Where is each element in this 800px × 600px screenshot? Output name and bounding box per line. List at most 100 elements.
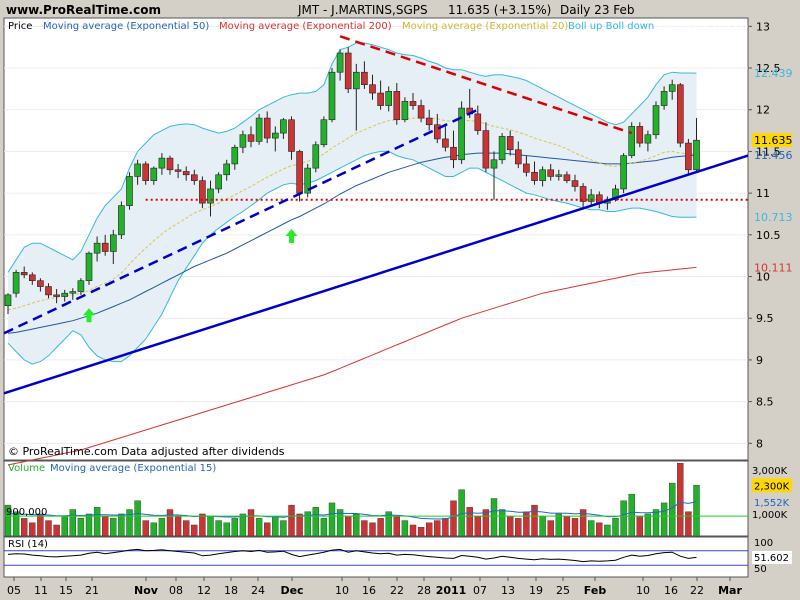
- volume-bar: [118, 513, 125, 537]
- site-label[interactable]: www.ProRealTime.com: [6, 3, 161, 17]
- candle-body: [660, 91, 668, 106]
- price-tick-label: 11: [756, 187, 770, 200]
- volume-bar: [409, 524, 417, 537]
- volume-bar: [239, 513, 247, 537]
- candle-body: [69, 291, 77, 294]
- price-tick-label: 8.5: [756, 396, 774, 409]
- candle-body: [158, 157, 166, 169]
- candle-body: [77, 280, 85, 292]
- price-value-label: 10.713: [754, 211, 793, 224]
- volume-bar: [677, 463, 684, 537]
- date-tick-label: 12: [197, 584, 211, 597]
- rsi-panel: [3, 536, 749, 578]
- date-tick-label: 05: [7, 584, 21, 597]
- volume-value-label: 2,300K: [754, 481, 790, 492]
- candle-body: [506, 136, 514, 151]
- data-footer: © ProRealTime.com Data adjusted after di…: [8, 445, 285, 458]
- candle-body: [53, 294, 60, 297]
- candle-body: [620, 155, 627, 190]
- volume-bar: [126, 509, 133, 537]
- candle-body: [4, 294, 12, 307]
- candle-body: [377, 92, 384, 106]
- price-tick-label: 9.5: [756, 312, 774, 325]
- volume-bar: [660, 502, 668, 537]
- volume-bar: [361, 520, 368, 537]
- candle-body: [498, 136, 506, 161]
- volume-bar: [620, 500, 627, 537]
- volume-bar: [474, 515, 481, 537]
- volume-bar: [21, 518, 28, 537]
- price-value-label: 11.635: [754, 134, 793, 147]
- candle-body: [328, 71, 336, 121]
- price-tick-label: 10.5: [756, 229, 781, 242]
- candle-body: [223, 163, 230, 176]
- date-tick-label: 11: [34, 584, 48, 597]
- candle-body: [271, 132, 279, 139]
- date-tick-label: Nov: [134, 584, 159, 597]
- candle-body: [182, 171, 190, 176]
- volume-legend: Volume Moving average (Exponential 15): [8, 463, 216, 474]
- candle-body: [312, 144, 320, 169]
- volume-bar: [85, 513, 93, 537]
- volume-bar: [61, 515, 68, 537]
- volume-bar: [288, 504, 295, 537]
- candle-body: [442, 138, 449, 148]
- candle-body: [101, 242, 109, 252]
- candle-body: [12, 272, 20, 294]
- volume-bar: [158, 518, 166, 537]
- volume-tick-label: 1,000K: [752, 510, 788, 521]
- date-tick-label: Dec: [280, 584, 303, 597]
- candle-body: [93, 242, 101, 254]
- candle-body: [482, 130, 490, 169]
- candle-body: [288, 119, 295, 152]
- legend-entry: Boll middle (20,2): [654, 21, 743, 32]
- volume-bar: [191, 524, 198, 537]
- volume-bar: [547, 520, 554, 537]
- volume-bar: [377, 518, 384, 537]
- volume-bar: [652, 509, 660, 537]
- candle-body: [280, 119, 287, 134]
- legend-entry: Price: [8, 21, 32, 32]
- volume-bar: [539, 515, 546, 537]
- candle-body: [668, 84, 676, 92]
- candle-body: [255, 117, 263, 142]
- date-tick-label: 21: [85, 584, 99, 597]
- candle-body: [523, 163, 530, 173]
- candle-body: [417, 105, 425, 119]
- volume-bar: [150, 522, 158, 537]
- volume-level-label: 900,000: [6, 507, 47, 518]
- volume-bar: [77, 518, 85, 537]
- volume-bar: [531, 504, 538, 537]
- volume-bar: [328, 502, 336, 537]
- candle-body: [37, 280, 44, 287]
- volume-bar: [255, 518, 263, 537]
- volume-bar: [693, 485, 700, 537]
- candle-body: [369, 84, 376, 94]
- volume-bar: [142, 520, 149, 537]
- volume-bar: [353, 513, 360, 537]
- volume-bar: [345, 515, 352, 537]
- candle-body: [644, 134, 652, 144]
- volume-bar: [498, 509, 506, 537]
- date-tick-label: 08: [169, 584, 183, 597]
- volume-value-label: 1,552K: [754, 498, 790, 509]
- candle-body: [547, 169, 555, 177]
- volume-bar: [628, 493, 635, 537]
- candle-body: [531, 171, 538, 181]
- date-tick-label: 2011: [436, 584, 467, 597]
- candle-body: [571, 180, 579, 187]
- volume-bar: [482, 509, 490, 537]
- candle-body: [174, 169, 182, 172]
- date-tick-label: 10: [335, 584, 349, 597]
- volume-bar: [644, 513, 652, 537]
- candle-body: [239, 134, 247, 148]
- volume-bar: [369, 522, 376, 537]
- candle-body: [458, 107, 465, 161]
- volume-bar: [45, 520, 52, 537]
- chart-canvas: www.ProRealTime.com JMT - J.MARTINS,SGPS…: [3, 3, 793, 597]
- volume-bar: [401, 520, 409, 537]
- rsi-tick-label: 50: [754, 564, 767, 575]
- volume-bar: [612, 518, 619, 537]
- candle-body: [207, 188, 214, 204]
- candle-body: [231, 146, 239, 165]
